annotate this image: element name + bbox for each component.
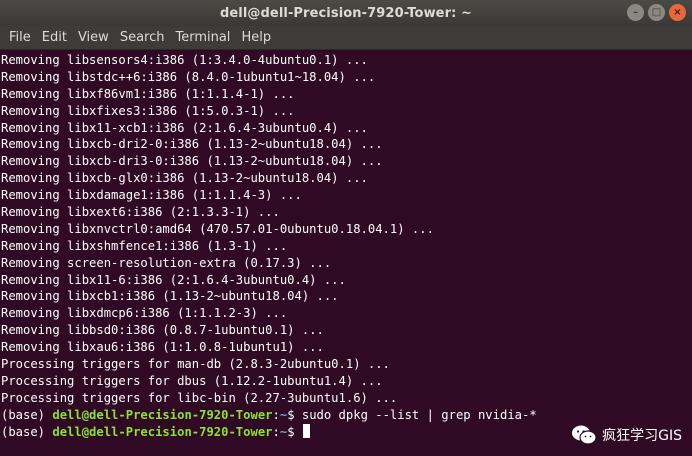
prompt-separator: :: [272, 407, 280, 422]
prompt-command: sudo dpkg --list | grep nvidia-*: [301, 407, 537, 422]
minimize-button[interactable]: –: [627, 4, 644, 21]
menu-file[interactable]: File: [4, 30, 36, 45]
prompt-symbol: $: [287, 407, 302, 422]
prompt-user-host: dell@dell-Precision-7920-Tower: [52, 424, 273, 439]
output-line: Removing libxext6:i386 (2:1.3.3-1) ...: [1, 205, 280, 220]
minimize-icon: –: [633, 6, 638, 18]
output-line: Removing libxfixes3:i386 (1:5.0.3-1) ...: [1, 103, 295, 118]
output-line: Removing screen-resolution-extra (0.17.3…: [1, 255, 332, 270]
output-line: Removing libsensors4:i386 (1:3.4.0-4ubun…: [1, 53, 368, 67]
title-bar[interactable]: dell@dell-Precision-7920-Tower: ~ – □ ×: [0, 0, 692, 26]
watermark-text: 疯狂学习GIS: [602, 428, 682, 444]
output-line: Processing triggers for dbus (1.12.2-1ub…: [1, 373, 383, 388]
maximize-icon: □: [651, 6, 662, 18]
close-button[interactable]: ×: [669, 4, 686, 21]
prompt-separator: :: [272, 424, 280, 439]
output-line: Removing libxnvctrl0:amd64 (470.57.01-0u…: [1, 221, 434, 236]
output-line: Removing libx11-xcb1:i386 (2:1.6.4-3ubun…: [1, 120, 368, 135]
output-line: Processing triggers for libc-bin (2.27-3…: [1, 390, 398, 405]
menu-help[interactable]: Help: [236, 30, 276, 45]
output-line: Removing libxdmcp6:i386 (1:1.1.2-3) ...: [1, 306, 288, 321]
maximize-button[interactable]: □: [648, 4, 665, 21]
window-title: dell@dell-Precision-7920-Tower: ~: [219, 5, 473, 21]
prompt-user-host: dell@dell-Precision-7920-Tower: [52, 407, 273, 422]
menu-terminal[interactable]: Terminal: [170, 30, 235, 45]
output-line: Removing libxshmfence1:i386 (1.3-1) ...: [1, 238, 288, 253]
output-line: Processing triggers for man-db (2.8.3-2u…: [1, 357, 390, 372]
output-line: Removing libxau6:i386 (1:1.0.8-1ubuntu1)…: [1, 340, 324, 355]
conda-env: (base): [1, 407, 53, 422]
output-line: Removing libxcb-dri3-0:i386 (1.13-2~ubun…: [1, 154, 383, 169]
output-line: Removing libbsd0:i386 (0.8.7-1ubuntu0.1)…: [1, 323, 324, 338]
menu-bar: File Edit View Search Terminal Help: [0, 26, 692, 50]
watermark: 疯狂学习GIS: [567, 422, 686, 448]
output-line: Removing libstdc++6:i386 (8.4.0-1ubuntu1…: [1, 69, 376, 84]
menu-view[interactable]: View: [73, 30, 114, 45]
wechat-icon: [572, 425, 597, 445]
conda-env: (base): [1, 424, 53, 439]
output-line: Removing libxcb-glx0:i386 (1.13-2~ubuntu…: [1, 171, 368, 186]
menu-search[interactable]: Search: [115, 30, 170, 45]
output-line: Removing libx11-6:i386 (2:1.6.4-3ubuntu0…: [1, 272, 346, 287]
prompt-symbol: $: [287, 424, 302, 439]
terminal-output[interactable]: Removing libsensors4:i386 (1:3.4.0-4ubun…: [0, 50, 692, 456]
output-line: Removing libxdamage1:i386 (1:1.1.4-3) ..…: [1, 188, 302, 203]
text-cursor: [302, 423, 310, 438]
output-line: Removing libxcb-dri2-0:i386 (1.13-2~ubun…: [1, 137, 383, 152]
close-icon: ×: [673, 6, 682, 18]
output-line: Removing libxf86vm1:i386 (1:1.1.4-1) ...: [1, 86, 295, 101]
terminal-window: dell@dell-Precision-7920-Tower: ~ – □ × …: [0, 0, 692, 456]
menu-edit[interactable]: Edit: [37, 30, 72, 45]
window-controls: – □ ×: [627, 4, 686, 21]
output-line: Removing libxcb1:i386 (1.13-2~ubuntu18.0…: [1, 289, 339, 304]
